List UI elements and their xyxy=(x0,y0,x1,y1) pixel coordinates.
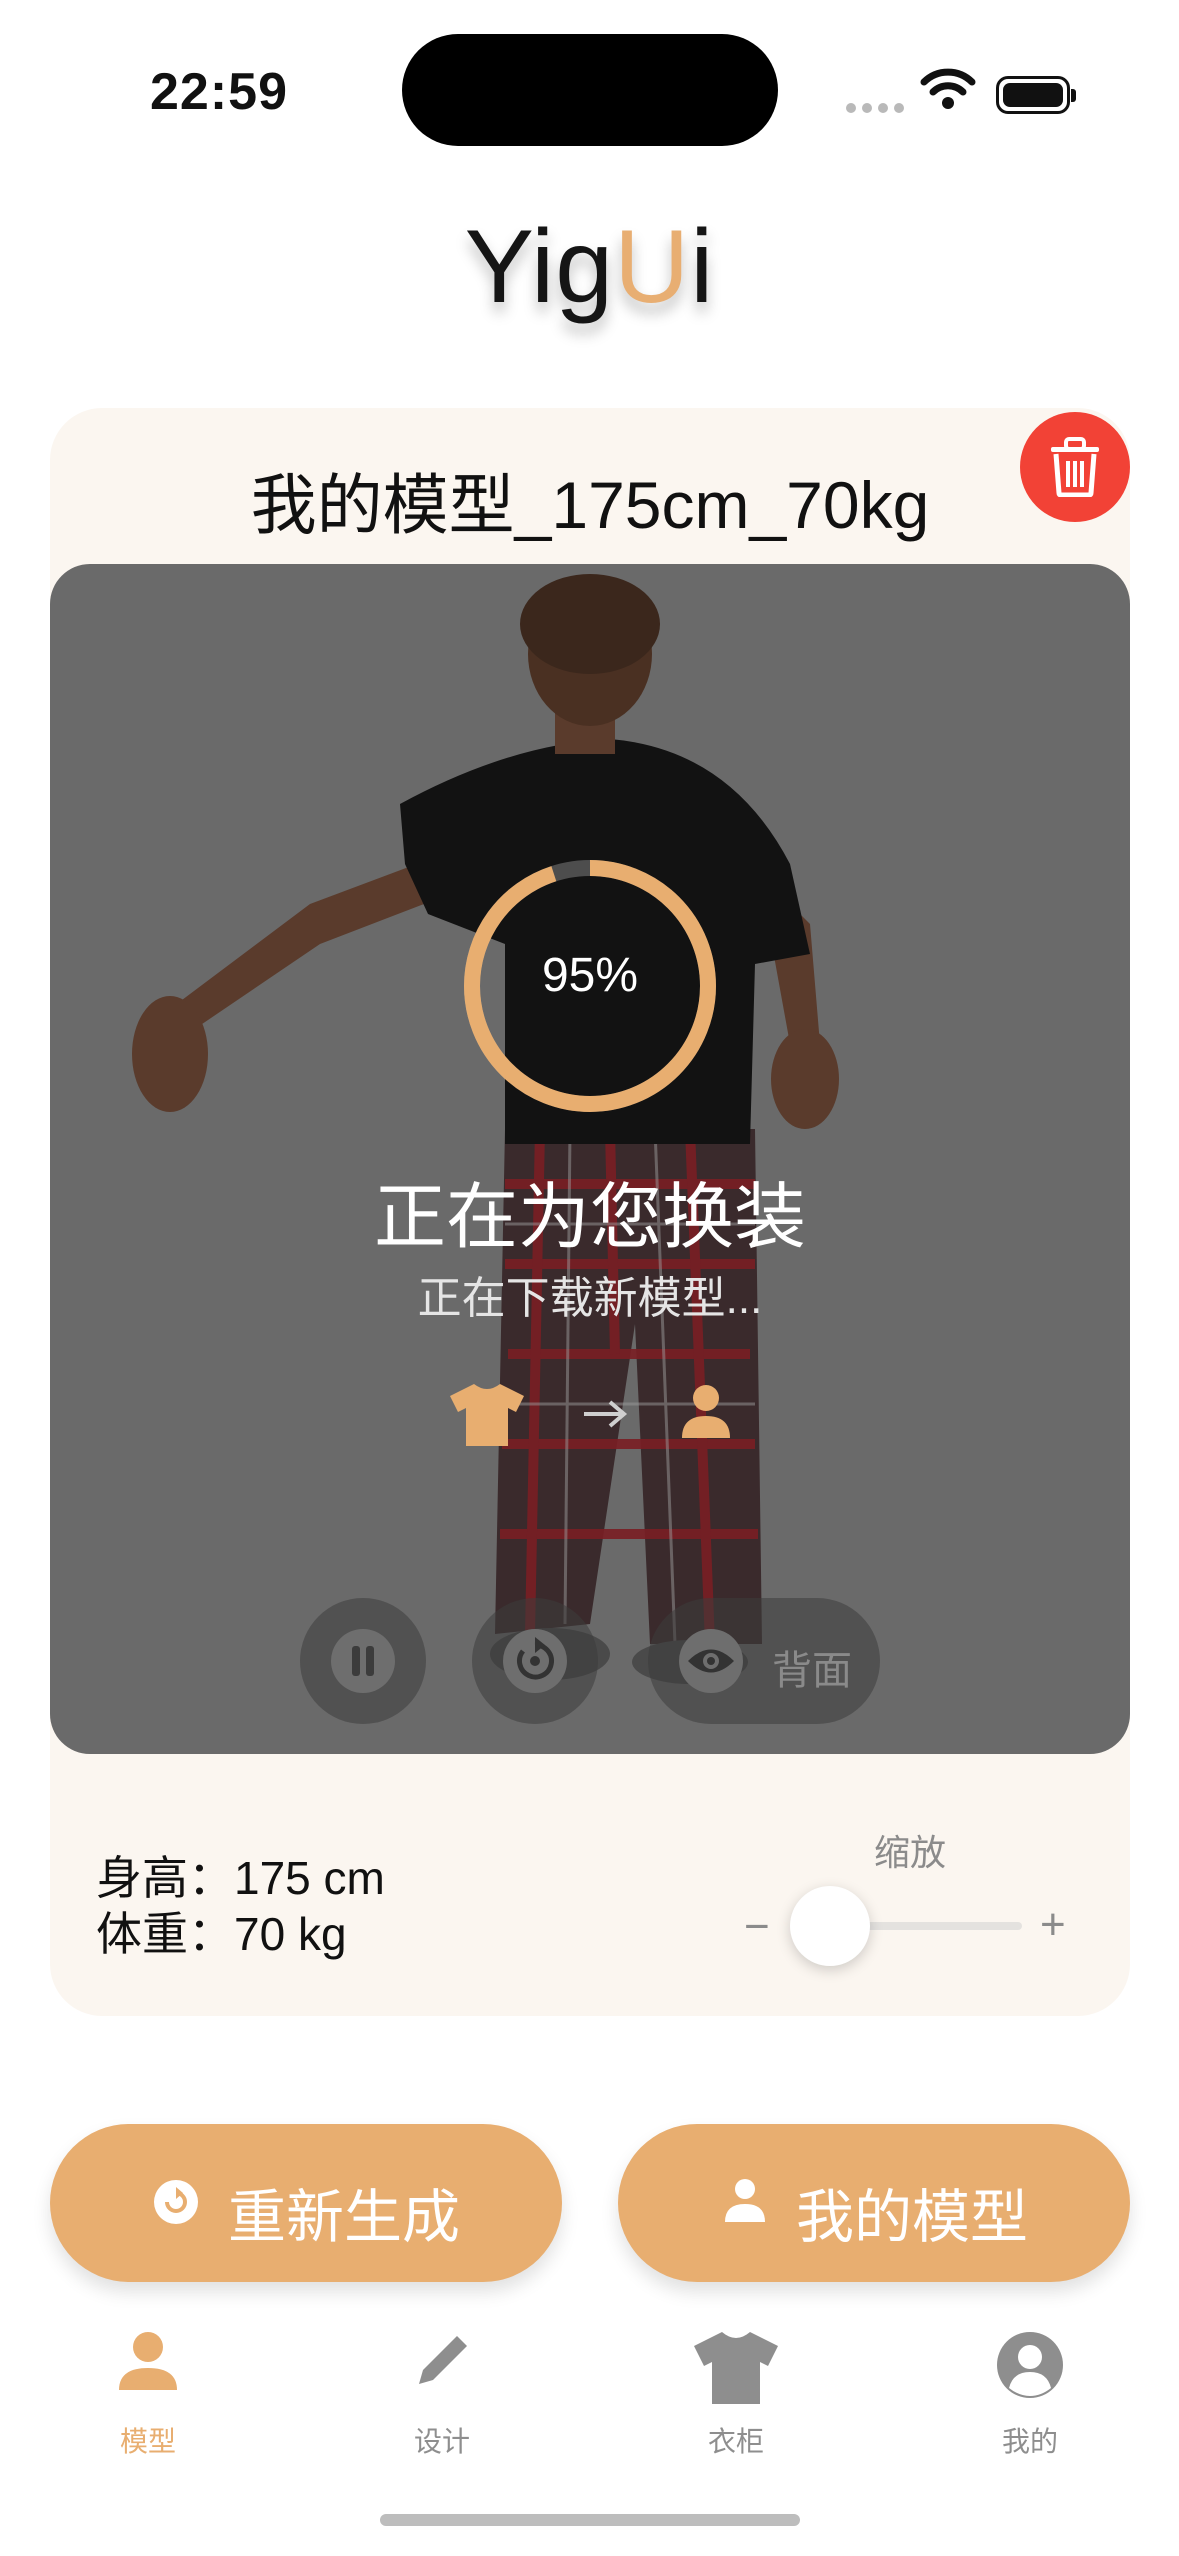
tshirt-icon xyxy=(694,2332,778,2404)
regenerate-button[interactable]: 重新生成 xyxy=(50,2124,562,2282)
weight-info: 体重：70 kg xyxy=(96,1908,347,1960)
model-name: 我的模型_175cm_70kg xyxy=(250,468,930,542)
my-model-button[interactable]: 我的模型 xyxy=(618,2124,1130,2282)
person-icon xyxy=(725,2179,765,2222)
cellular-signal-icon xyxy=(846,100,910,118)
my-model-label: 我的模型 xyxy=(796,2185,1029,2250)
zoom-out-button[interactable]: − xyxy=(744,1902,770,1952)
regenerate-label: 重新生成 xyxy=(228,2185,461,2250)
loading-subtitle: 正在下载新模型... xyxy=(417,1274,763,1323)
reset-rotation-button[interactable] xyxy=(472,1598,598,1724)
pencil-icon xyxy=(419,2336,467,2384)
person-icon xyxy=(682,1385,730,1438)
tab-profile[interactable] xyxy=(930,2330,1130,2405)
progress-percent: 95% xyxy=(541,949,639,1002)
rotate-reset-icon xyxy=(517,1637,554,1680)
pause-button[interactable] xyxy=(300,1598,426,1724)
person-icon xyxy=(119,2332,177,2390)
dynamic-island xyxy=(402,34,778,146)
tab-label-profile: 我的 xyxy=(1001,2426,1058,2457)
tab-label-wardrobe: 衣柜 xyxy=(707,2426,764,2457)
tab-wardrobe[interactable] xyxy=(636,2330,836,2411)
zoom-in-button[interactable]: + xyxy=(1040,1900,1066,1950)
pause-icon xyxy=(352,1646,374,1676)
zoom-slider-knob[interactable] xyxy=(790,1886,870,1966)
tab-label-model: 模型 xyxy=(119,2426,176,2457)
home-indicator[interactable] xyxy=(380,2514,800,2526)
app-logo: YigUi xyxy=(464,209,715,325)
tab-label-design: 设计 xyxy=(413,2426,470,2457)
view-label: 背面 xyxy=(772,1649,852,1693)
arrow-right-icon xyxy=(584,1400,628,1428)
loading-title: 正在为您换装 xyxy=(373,1178,806,1258)
tshirt-icon xyxy=(450,1384,524,1446)
wifi-icon xyxy=(920,68,976,109)
battery-icon xyxy=(996,76,1076,114)
tab-design[interactable] xyxy=(342,2330,542,2397)
zoom-label: 缩放 xyxy=(873,1832,946,1873)
tab-model[interactable] xyxy=(48,2330,248,2397)
status-time: 22:59 xyxy=(150,63,288,121)
refresh-icon xyxy=(154,2180,198,2224)
delete-model-button[interactable] xyxy=(1020,412,1130,522)
trash-icon xyxy=(1051,437,1099,497)
eye-icon xyxy=(688,1649,734,1673)
profile-icon xyxy=(997,2332,1063,2398)
